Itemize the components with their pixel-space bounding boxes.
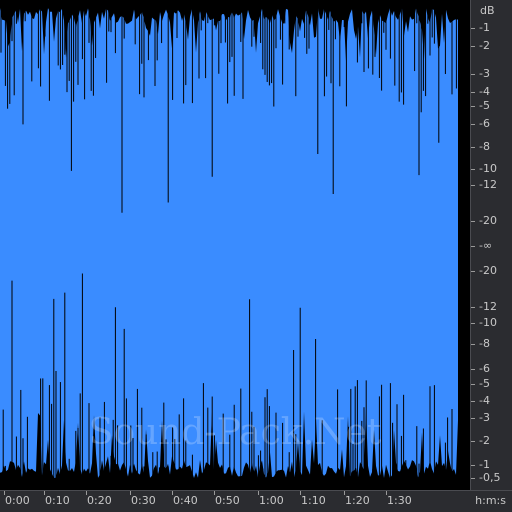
time-unit-label: h:m:s [475, 494, 506, 507]
waveform-editor-view[interactable]: Sound-Pack.Net dB -1 -2 -3 -4 -5 -6 -8 -10 -12 -2… [0, 0, 512, 512]
db-label: -6 [479, 117, 490, 130]
db-tick [471, 271, 475, 272]
db-label: -10 [479, 316, 497, 329]
db-tick [471, 369, 475, 370]
db-tick [471, 28, 475, 29]
db-unit-label: dB [480, 4, 495, 17]
db-label: -10 [479, 162, 497, 175]
db-label: -12 [479, 300, 497, 313]
waveform-end-silence [458, 0, 470, 490]
time-label: 1:20 [345, 494, 370, 507]
db-label: -5 [479, 377, 490, 390]
waveform-graph[interactable] [0, 0, 470, 490]
time-label: 0:50 [215, 494, 240, 507]
db-label: -1 [479, 458, 490, 471]
time-label: 0:00 [5, 494, 30, 507]
db-label: -0,5 [479, 471, 501, 484]
time-label: 1:10 [301, 494, 326, 507]
db-label: -∞ [479, 239, 493, 252]
db-tick [471, 441, 475, 442]
time-label: 1:00 [259, 494, 284, 507]
waveform-canvas[interactable]: Sound-Pack.Net [0, 0, 470, 490]
db-tick [471, 344, 475, 345]
db-label: -12 [479, 178, 497, 191]
time-label: 0:30 [131, 494, 156, 507]
time-label: 1:30 [387, 494, 412, 507]
db-label: -3 [479, 411, 490, 424]
db-tick [471, 74, 475, 75]
db-label: -2 [479, 39, 490, 52]
db-label: -4 [479, 85, 490, 98]
time-label: 0:40 [173, 494, 198, 507]
db-label: -20 [479, 214, 497, 227]
db-tick [471, 147, 475, 148]
time-label: 0:10 [45, 494, 70, 507]
db-tick [471, 384, 475, 385]
db-label: -3 [479, 67, 490, 80]
db-tick [471, 169, 475, 170]
db-label: -4 [479, 394, 490, 407]
db-tick [471, 185, 475, 186]
db-tick [471, 46, 475, 47]
db-tick [471, 106, 475, 107]
db-tick [471, 465, 475, 466]
db-tick [471, 478, 475, 479]
time-scale-ruler: h:m:s 0:00 0:10 0:20 0:30 0:40 0:50 1:00 1:10 1:… [0, 490, 512, 512]
db-label: -8 [479, 337, 490, 350]
db-tick [471, 307, 475, 308]
db-tick [471, 323, 475, 324]
db-tick [471, 246, 475, 247]
db-tick [471, 124, 475, 125]
db-tick [471, 401, 475, 402]
db-tick [471, 92, 475, 93]
db-label: -1 [479, 21, 490, 34]
db-tick [471, 418, 475, 419]
db-label: -8 [479, 140, 490, 153]
db-label: -6 [479, 362, 490, 375]
time-label: 0:20 [87, 494, 112, 507]
db-label: -20 [479, 264, 497, 277]
db-label: -2 [479, 434, 490, 447]
db-tick [471, 221, 475, 222]
db-scale-ruler: dB -1 -2 -3 -4 -5 -6 -8 -10 -12 -20 -∞ -20 -12 -10 -8-… [470, 0, 512, 490]
db-label: -5 [479, 99, 490, 112]
